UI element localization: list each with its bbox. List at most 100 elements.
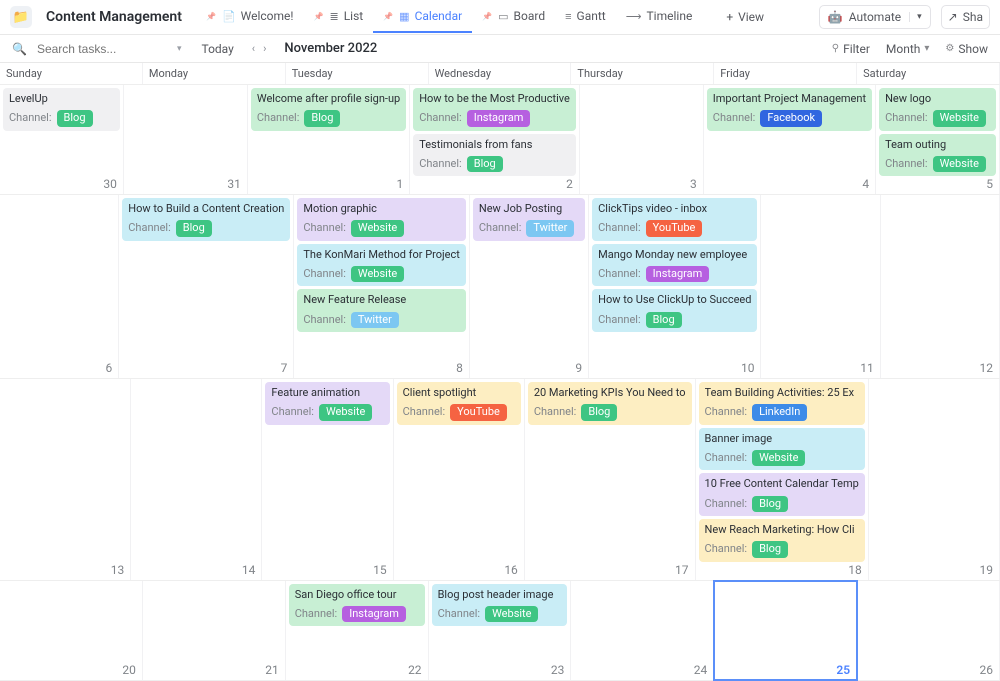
channel-tag: Twitter: [526, 220, 574, 236]
event-card[interactable]: New Reach Marketing: How CliChannel:Blog: [699, 519, 865, 562]
channel-tag: Twitter: [351, 312, 399, 328]
day-cell[interactable]: Blog post header imageChannel:Website 23: [429, 581, 572, 680]
automate-button[interactable]: 🤖 Automate ▾: [819, 5, 931, 29]
week-row: 20 21 San Diego office tourChannel:Instagr…: [0, 581, 1000, 681]
event-title: New logo: [885, 92, 990, 106]
event-title: Team outing: [885, 138, 990, 152]
tab-list[interactable]: 📌≣List: [304, 1, 374, 33]
tab-calendar[interactable]: 📌▦Calendar: [373, 1, 472, 33]
day-cell[interactable]: 25: [714, 581, 857, 680]
channel-tag: LinkedIn: [752, 404, 807, 420]
day-cell[interactable]: 13: [0, 379, 131, 579]
day-cell[interactable]: Client spotlightChannel:YouTube16: [394, 379, 525, 579]
channel-line: Channel:Instagram: [295, 606, 419, 622]
prev-month-button[interactable]: ‹: [252, 42, 255, 55]
day-cell[interactable]: 21: [143, 581, 286, 680]
event-card[interactable]: Important Project ManagementChannel:Face…: [707, 88, 872, 131]
channel-tag: Blog: [467, 156, 503, 172]
date-number: 21: [265, 663, 279, 677]
day-cell[interactable]: Important Project ManagementChannel:Face…: [704, 85, 876, 194]
event-card[interactable]: Welcome after profile sign-upChannel:Blo…: [251, 88, 406, 131]
day-cell[interactable]: 19: [869, 379, 1000, 579]
event-card[interactable]: Banner imageChannel:Website: [699, 428, 865, 471]
day-cell[interactable]: 24: [571, 581, 714, 680]
day-cell[interactable]: Team Building Activities: 25 ExChannel:L…: [696, 379, 869, 579]
event-card[interactable]: Team Building Activities: 25 ExChannel:L…: [699, 382, 865, 425]
filter-button[interactable]: ⚲Filter: [832, 42, 870, 56]
day-cell[interactable]: 31: [124, 85, 248, 194]
topbar: 📁 Content Management 📌📄Welcome!📌≣List📌▦C…: [0, 0, 1000, 35]
event-card[interactable]: Team outingChannel:Website: [879, 134, 996, 177]
day-header: Monday: [143, 63, 286, 84]
tab-welcome[interactable]: 📌📄Welcome!: [196, 1, 304, 33]
event-card[interactable]: LevelUpChannel:Blog: [3, 88, 120, 131]
search-input[interactable]: [37, 42, 137, 56]
date-number: 12: [980, 361, 994, 375]
channel-line: Channel:Facebook: [713, 110, 866, 126]
date-number: 4: [862, 177, 869, 191]
add-view-button[interactable]: + View: [716, 2, 774, 32]
event-card[interactable]: San Diego office tourChannel:Instagram: [289, 584, 425, 627]
event-card[interactable]: Testimonials from fansChannel:Blog: [413, 134, 576, 177]
day-cell[interactable]: LevelUpChannel:Blog30: [0, 85, 124, 194]
share-button[interactable]: ↗ Sha: [941, 5, 990, 29]
event-card[interactable]: Feature animationChannel:Website: [265, 382, 389, 425]
channel-line: Channel:Twitter: [479, 220, 579, 236]
event-card[interactable]: 20 Marketing KPIs You Need toChannel:Blo…: [528, 382, 692, 425]
event-card[interactable]: New logo Channel:Website: [879, 88, 996, 131]
filter-icon: ⚲: [832, 43, 839, 54]
day-cell[interactable]: 12: [881, 195, 1000, 378]
day-cell[interactable]: 26: [857, 581, 1000, 680]
event-card[interactable]: Mango Monday new employeeChannel:Instagr…: [592, 244, 757, 287]
day-cell[interactable]: 20 Marketing KPIs You Need toChannel:Blo…: [525, 379, 696, 579]
today-button[interactable]: Today: [201, 42, 233, 56]
toolbar-left: 🔍 ▾ Today ‹ › November 2022: [12, 41, 377, 56]
event-card[interactable]: 10 Free Content Calendar TempChannel:Blo…: [699, 473, 865, 516]
day-cell[interactable]: 6: [0, 195, 119, 378]
channel-label: Channel:: [705, 451, 748, 465]
event-card[interactable]: ClickTips video - inboxChannel:YouTube: [592, 198, 757, 241]
event-card[interactable]: Blog post header imageChannel:Website: [432, 584, 568, 627]
calendar: SundayMondayTuesdayWednesdayThursdayFrid…: [0, 63, 1000, 681]
event-card[interactable]: How to Use ClickUp to SucceedChannel:Blo…: [592, 289, 757, 332]
day-cell[interactable]: San Diego office tourChannel:Instagram22: [286, 581, 429, 680]
day-cell[interactable]: 3: [580, 85, 704, 194]
event-card[interactable]: How to be the Most ProductiveChannel:Ins…: [413, 88, 576, 131]
month-select[interactable]: Month▾: [886, 42, 930, 56]
day-cell[interactable]: 20: [0, 581, 143, 680]
next-month-button[interactable]: ›: [263, 42, 266, 55]
event-card[interactable]: The KonMari Method for ProjectChannel:We…: [297, 244, 466, 287]
date-number: 23: [551, 663, 565, 677]
day-cell[interactable]: Motion graphicChannel:WebsiteThe KonMari…: [294, 195, 470, 378]
share-icon: ↗: [948, 10, 958, 24]
event-title: ClickTips video - inbox: [598, 202, 751, 216]
folder-icon[interactable]: 📁: [10, 6, 32, 28]
event-card[interactable]: How to Build a Content CreationChannel:B…: [122, 198, 290, 241]
day-cell[interactable]: New logo Channel:Website Team outingChanne…: [876, 85, 1000, 194]
search-options-chevron-icon[interactable]: ▾: [177, 44, 182, 54]
event-card[interactable]: Motion graphicChannel:Website: [297, 198, 466, 241]
channel-label: Channel:: [303, 267, 346, 281]
event-card[interactable]: Client spotlightChannel:YouTube: [397, 382, 521, 425]
day-cell[interactable]: ClickTips video - inboxChannel:YouTubeMa…: [589, 195, 761, 378]
show-button[interactable]: ⚙Show: [945, 42, 988, 56]
event-card[interactable]: New Feature ReleaseChannel:Twitter: [297, 289, 466, 332]
show-label: Show: [958, 42, 988, 56]
channel-line: Channel:Website: [885, 110, 990, 126]
day-cell[interactable]: New Job PostingChannel:Twitter9: [470, 195, 589, 378]
day-cell[interactable]: Feature animationChannel:Website15: [262, 379, 393, 579]
day-cell[interactable]: Welcome after profile sign-upChannel:Blo…: [248, 85, 410, 194]
pin-icon: 📌: [383, 12, 393, 21]
day-cell[interactable]: How to Build a Content CreationChannel:B…: [119, 195, 294, 378]
channel-label: Channel:: [419, 111, 462, 125]
event-card[interactable]: New Job PostingChannel:Twitter: [473, 198, 585, 241]
day-cell[interactable]: 14: [131, 379, 262, 579]
channel-label: Channel:: [598, 267, 641, 281]
date-number: 7: [281, 361, 288, 375]
tab-timeline[interactable]: ⟶Timeline: [616, 1, 703, 33]
day-cell[interactable]: How to be the Most ProductiveChannel:Ins…: [410, 85, 580, 194]
topbar-left: 📁 Content Management 📌📄Welcome!📌≣List📌▦C…: [10, 1, 774, 33]
tab-board[interactable]: 📌▭Board: [472, 1, 555, 33]
tab-gantt[interactable]: ≡Gantt: [555, 1, 616, 33]
day-cell[interactable]: 11: [761, 195, 880, 378]
